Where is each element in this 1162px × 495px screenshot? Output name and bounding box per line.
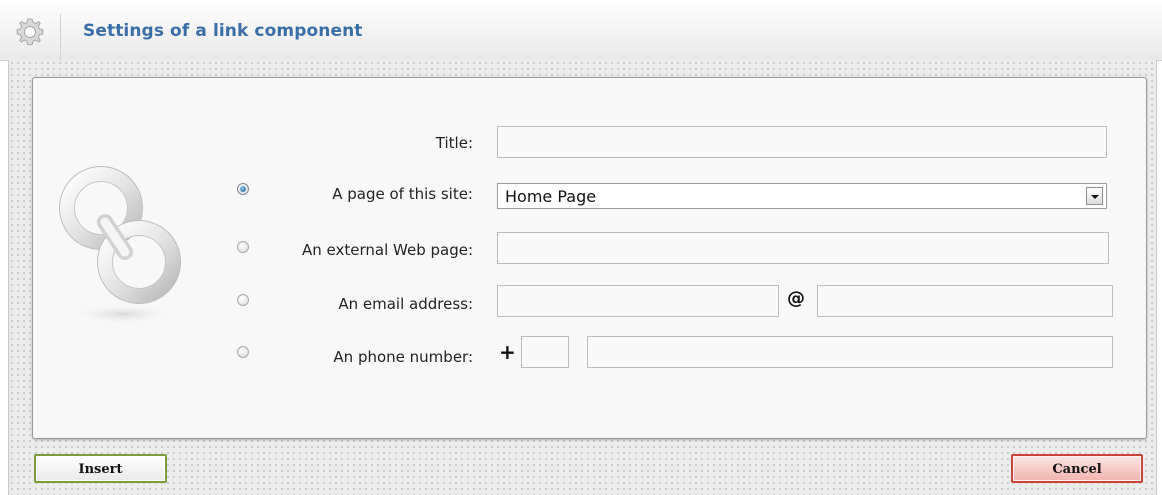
- chain-link-icon: [53, 166, 193, 330]
- header-icon-area: [8, 14, 61, 60]
- external-page-input[interactable]: [497, 232, 1109, 264]
- title-label: Title:: [435, 134, 473, 152]
- title-input[interactable]: [497, 126, 1107, 158]
- dialog-header: Settings of a link component: [0, 0, 1162, 61]
- chevron-down-icon[interactable]: [1086, 187, 1103, 205]
- link-settings-dialog: Settings of a link component Title: A pa…: [0, 0, 1162, 495]
- page-of-site-label: A page of this site:: [332, 185, 473, 203]
- site-page-selected-value: Home Page: [505, 187, 597, 206]
- email-user-input[interactable]: [497, 285, 779, 317]
- radio-phone[interactable]: [237, 346, 249, 358]
- phone-plus-symbol: +: [499, 340, 516, 364]
- radio-email[interactable]: [237, 294, 249, 306]
- dialog-title: Settings of a link component: [83, 21, 363, 41]
- insert-button[interactable]: Insert: [34, 454, 167, 483]
- phone-number-input[interactable]: [587, 336, 1113, 368]
- cancel-button[interactable]: Cancel: [1011, 454, 1143, 483]
- settings-panel: Title: A page of this site: Home Page An…: [32, 77, 1147, 439]
- radio-external-page[interactable]: [237, 241, 249, 253]
- radio-page-of-site[interactable]: [237, 183, 249, 195]
- external-page-label: An external Web page:: [301, 241, 473, 259]
- email-label: An email address:: [338, 295, 473, 313]
- phone-label: An phone number:: [333, 348, 473, 366]
- email-domain-input[interactable]: [817, 285, 1113, 317]
- email-at-symbol: @: [787, 288, 805, 309]
- site-page-select[interactable]: Home Page: [497, 183, 1107, 209]
- phone-country-code-input[interactable]: [521, 336, 569, 368]
